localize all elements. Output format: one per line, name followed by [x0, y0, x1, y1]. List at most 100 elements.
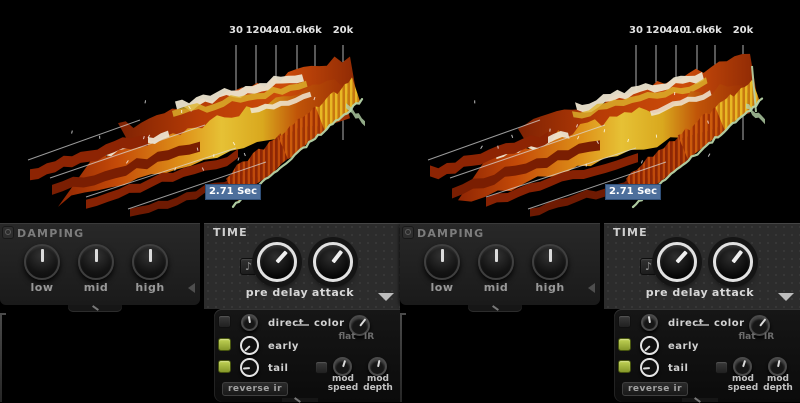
high-label: high [135, 281, 164, 294]
damping-high-knob[interactable] [532, 244, 568, 280]
resize-handle-icon [92, 305, 99, 311]
early-level-knob[interactable] [240, 336, 259, 355]
direct-level-knob[interactable] [641, 314, 658, 331]
damping-high-knob[interactable] [132, 244, 168, 280]
damping-low-knob[interactable] [424, 244, 460, 280]
spectrogram-display: 30 120 440 1.6k 6k 20k 2.71 Sec [400, 0, 800, 223]
knob-pointer [242, 367, 249, 370]
color-label: color [714, 318, 745, 329]
knob-pointer [495, 249, 498, 262]
freq-tick-label: 30 [629, 25, 643, 36]
damping-panel: DAMPING low mid high [0, 223, 200, 305]
attack-label: attack [312, 286, 354, 299]
direct-enable-button[interactable] [218, 315, 231, 328]
low-label: low [31, 281, 54, 294]
knob-pointer [676, 250, 688, 263]
damping-resize-tab[interactable] [68, 305, 122, 312]
expand-down-arrow-icon[interactable] [378, 293, 394, 301]
connector-line [696, 324, 709, 326]
damping-resize-tab[interactable] [468, 305, 522, 312]
damping-mid-knob[interactable] [78, 244, 114, 280]
freq-tick-label: 440 [666, 25, 687, 36]
spectrogram-display: 30 120 440 1.6k 6k 20k 2.71 Sec [0, 0, 400, 223]
freq-tick-label: 20k [333, 25, 354, 36]
knob-pointer [642, 367, 649, 370]
mid-label: mid [84, 281, 109, 294]
plugin-window: 30 120 440 1.6k 6k 20k 2.71 Sec DAMPING … [0, 0, 800, 402]
direct-level-knob[interactable] [241, 314, 258, 331]
tail-level-knob[interactable] [240, 358, 259, 377]
knob-pointer [644, 345, 650, 351]
tail-enable-button[interactable] [618, 360, 631, 373]
knob-pointer [549, 249, 552, 262]
damping-mini-knob-icon[interactable] [2, 226, 14, 239]
mod-depth-line2: depth [360, 384, 396, 393]
collapse-left-arrow-icon[interactable] [188, 283, 195, 293]
reverse-ir-button[interactable]: reverse ir [622, 382, 688, 396]
tempo-sync-button[interactable]: ♪ [240, 258, 257, 275]
reverb-module: 30 120 440 1.6k 6k 20k 2.71 Sec DAMPING … [0, 0, 400, 402]
mini-knob-circle [405, 229, 411, 235]
knob-pointer [759, 318, 766, 326]
mod-speed-line2: speed [725, 384, 761, 393]
mod-depth-label: mod depth [760, 375, 796, 393]
knob-pointer [441, 249, 444, 262]
collapse-left-arrow-icon[interactable] [588, 283, 595, 293]
early-enable-button[interactable] [618, 338, 631, 351]
flat-label: flat [737, 332, 757, 342]
mod-enable-button[interactable] [715, 361, 728, 374]
damping-mid-knob[interactable] [478, 244, 514, 280]
tail-level-knob[interactable] [640, 358, 659, 377]
panel-edge-marker [0, 313, 2, 402]
early-level-knob[interactable] [640, 336, 659, 355]
mod-speed-label: mod speed [325, 375, 361, 393]
freq-tick-label: 120 [246, 25, 267, 36]
ir-component-panel: direct color flat IR early tail mod spee… [614, 309, 800, 402]
freq-tick-label: 1.6k [285, 25, 309, 36]
tail-enable-button[interactable] [218, 360, 231, 373]
knob-pointer [359, 318, 366, 326]
resize-handle-icon [492, 305, 499, 311]
pre-delay-knob[interactable] [257, 242, 297, 282]
freq-tick-label: 20k [733, 25, 754, 36]
tempo-sync-button[interactable]: ♪ [640, 258, 657, 275]
time-panel: TIME ♪ pre delay attack [604, 223, 800, 309]
ir-component-panel: direct color flat IR early tail mod spee… [214, 309, 400, 402]
expand-down-arrow-icon[interactable] [778, 293, 794, 301]
early-enable-button[interactable] [218, 338, 231, 351]
connector-line [296, 324, 309, 326]
color-label: color [314, 318, 345, 329]
damping-low-knob[interactable] [24, 244, 60, 280]
freq-tick-label: 120 [646, 25, 667, 36]
early-label: early [668, 341, 699, 352]
edge-tick [400, 313, 406, 315]
freq-tick-label: 1.6k [685, 25, 709, 36]
ir-label: IR [361, 332, 377, 342]
flat-label: flat [337, 332, 357, 342]
mod-depth-label: mod depth [360, 375, 396, 393]
freq-tick-label: 30 [229, 25, 243, 36]
panel-edge-marker [400, 313, 402, 402]
knob-pointer [95, 249, 98, 262]
high-label: high [535, 281, 564, 294]
time-title: TIME [613, 226, 648, 239]
knob-pointer [41, 249, 44, 262]
ir-resize-tab[interactable] [282, 398, 318, 402]
pre-delay-knob[interactable] [657, 242, 697, 282]
attack-knob[interactable] [313, 242, 353, 282]
mod-enable-button[interactable] [315, 361, 328, 374]
reverb-time-badge: 2.71 Sec [205, 184, 261, 200]
low-label: low [431, 281, 454, 294]
reverb-module: 30 120 440 1.6k 6k 20k 2.71 Sec DAMPING … [400, 0, 800, 402]
ir-resize-tab[interactable] [682, 398, 718, 402]
early-label: early [268, 341, 299, 352]
damping-title: DAMPING [17, 227, 84, 240]
knob-pointer [777, 359, 780, 366]
reverb-time-badge: 2.71 Sec [605, 184, 661, 200]
knob-pointer [332, 250, 343, 263]
direct-enable-button[interactable] [618, 315, 631, 328]
mini-knob-circle [5, 229, 11, 235]
reverse-ir-button[interactable]: reverse ir [222, 382, 288, 396]
damping-mini-knob-icon[interactable] [402, 226, 414, 239]
attack-knob[interactable] [713, 242, 753, 282]
